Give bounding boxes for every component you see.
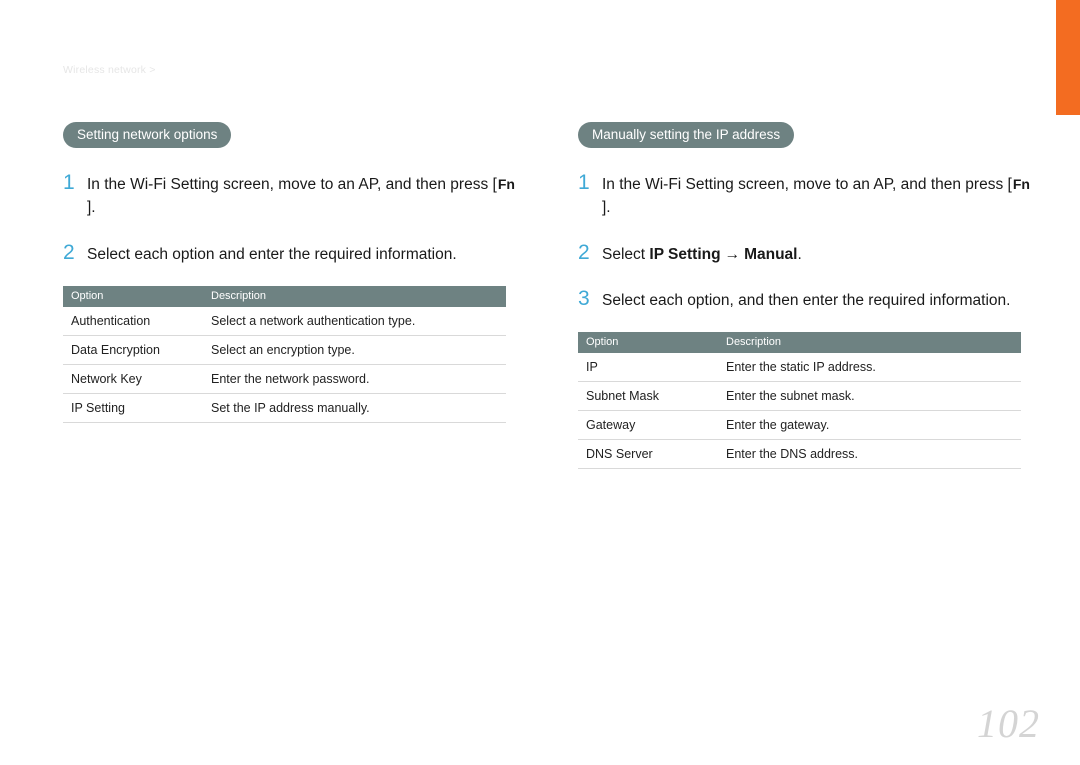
- table-row: IP Enter the static IP address.: [578, 353, 1021, 382]
- step-text-select-pre: Select: [602, 246, 649, 263]
- table-row: DNS Server Enter the DNS address.: [578, 440, 1021, 469]
- step-text-pre: In the Wi-Fi Setting screen, move to an …: [602, 176, 1012, 193]
- option-cell: IP: [578, 353, 718, 382]
- step-number: 1: [63, 170, 87, 195]
- description-cell: Set the IP address manually.: [203, 393, 506, 422]
- bold-ip-setting: IP Setting: [649, 246, 720, 263]
- description-cell: Enter the gateway.: [718, 411, 1021, 440]
- table-row: Gateway Enter the gateway.: [578, 411, 1021, 440]
- step-text: Select each option and enter the require…: [87, 243, 518, 266]
- step-item: 2 Select IP Setting→Manual.: [578, 240, 1033, 266]
- section-heading-left: Setting network options: [63, 122, 231, 148]
- description-cell: Select a network authentication type.: [203, 307, 506, 336]
- table-row: Data Encryption Select an encryption typ…: [63, 335, 506, 364]
- step-item: 1 In the Wi-Fi Setting screen, move to a…: [63, 170, 518, 220]
- left-column: Setting network options 1 In the Wi-Fi S…: [63, 122, 518, 469]
- step-number: 2: [63, 240, 87, 265]
- step-text-post: ].: [87, 199, 96, 216]
- section-heading-right: Manually setting the IP address: [578, 122, 794, 148]
- left-steps: 1 In the Wi-Fi Setting screen, move to a…: [63, 170, 518, 266]
- table-row: Network Key Enter the network password.: [63, 364, 506, 393]
- step-item: 1 In the Wi-Fi Setting screen, move to a…: [578, 170, 1033, 220]
- step-number: 2: [578, 240, 602, 265]
- description-cell: Enter the subnet mask.: [718, 382, 1021, 411]
- description-cell: Select an encryption type.: [203, 335, 506, 364]
- step-text-post: ].: [602, 199, 611, 216]
- option-cell: Network Key: [63, 364, 203, 393]
- option-cell: IP Setting: [63, 393, 203, 422]
- description-cell: Enter the static IP address.: [718, 353, 1021, 382]
- step-item: 2 Select each option and enter the requi…: [63, 240, 518, 266]
- breadcrumb: Wireless network >: [63, 64, 156, 76]
- description-cell: Enter the DNS address.: [718, 440, 1021, 469]
- right-steps: 1 In the Wi-Fi Setting screen, move to a…: [578, 170, 1033, 312]
- table-header: Option: [63, 286, 203, 307]
- step-number: 1: [578, 170, 602, 195]
- option-cell: Authentication: [63, 307, 203, 336]
- right-options-table: Option Description IP Enter the static I…: [578, 332, 1021, 469]
- arrow-icon: →: [721, 246, 745, 263]
- option-cell: Gateway: [578, 411, 718, 440]
- page-number: 102: [977, 700, 1040, 747]
- table-header: Option: [578, 332, 718, 353]
- option-cell: Data Encryption: [63, 335, 203, 364]
- step-text: In the Wi-Fi Setting screen, move to an …: [87, 173, 518, 220]
- table-row: Subnet Mask Enter the subnet mask.: [578, 382, 1021, 411]
- content-columns: Setting network options 1 In the Wi-Fi S…: [63, 122, 1033, 469]
- option-cell: DNS Server: [578, 440, 718, 469]
- table-row: IP Setting Set the IP address manually.: [63, 393, 506, 422]
- bold-manual: Manual: [744, 246, 797, 263]
- table-row: Authentication Select a network authenti…: [63, 307, 506, 336]
- step-text: Select each option, and then enter the r…: [602, 289, 1033, 312]
- step-item: 3 Select each option, and then enter the…: [578, 286, 1033, 312]
- right-column: Manually setting the IP address 1 In the…: [578, 122, 1033, 469]
- description-cell: Enter the network password.: [203, 364, 506, 393]
- step-text-select-post: .: [798, 246, 802, 263]
- fn-key: Fn: [497, 174, 516, 195]
- table-header: Description: [718, 332, 1021, 353]
- step-text: Select IP Setting→Manual.: [602, 243, 1033, 266]
- step-text-pre: In the Wi-Fi Setting screen, move to an …: [87, 176, 497, 193]
- table-header: Description: [203, 286, 506, 307]
- step-number: 3: [578, 286, 602, 311]
- left-options-table: Option Description Authentication Select…: [63, 286, 506, 423]
- step-text: In the Wi-Fi Setting screen, move to an …: [602, 173, 1033, 220]
- option-cell: Subnet Mask: [578, 382, 718, 411]
- fn-key: Fn: [1012, 174, 1031, 195]
- side-tab: [1056, 0, 1080, 115]
